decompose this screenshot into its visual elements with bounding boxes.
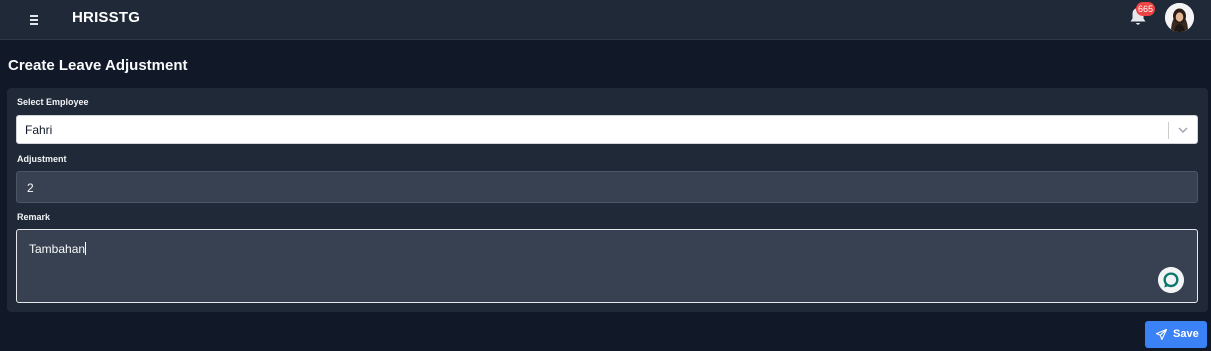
- remark-textarea[interactable]: Tambahan: [16, 229, 1198, 303]
- adjustment-value: 2: [27, 181, 34, 195]
- save-button[interactable]: Save: [1145, 321, 1207, 348]
- chat-icon[interactable]: [1158, 267, 1184, 293]
- select-separator: [1168, 122, 1169, 139]
- adjustment-input[interactable]: 2: [16, 171, 1198, 203]
- employee-select-value: Fahri: [25, 123, 53, 137]
- remark-value: Tambahan: [29, 242, 87, 256]
- employee-label: Select Employee: [17, 97, 89, 107]
- avatar[interactable]: [1165, 3, 1194, 32]
- adjustment-label: Adjustment: [17, 154, 67, 164]
- app-title: HRISSTG: [72, 9, 141, 26]
- chevron-down-icon[interactable]: [1177, 124, 1189, 136]
- remark-label: Remark: [17, 212, 51, 222]
- send-icon: [1156, 329, 1167, 340]
- page-title: Create Leave Adjustment: [8, 57, 188, 74]
- employee-select[interactable]: Fahri: [16, 115, 1198, 144]
- notification-badge: 665: [1136, 2, 1156, 16]
- save-button-label: Save: [1173, 328, 1199, 340]
- menu-icon[interactable]: [26, 10, 42, 28]
- top-navbar: HRISSTG 665: [0, 0, 1211, 40]
